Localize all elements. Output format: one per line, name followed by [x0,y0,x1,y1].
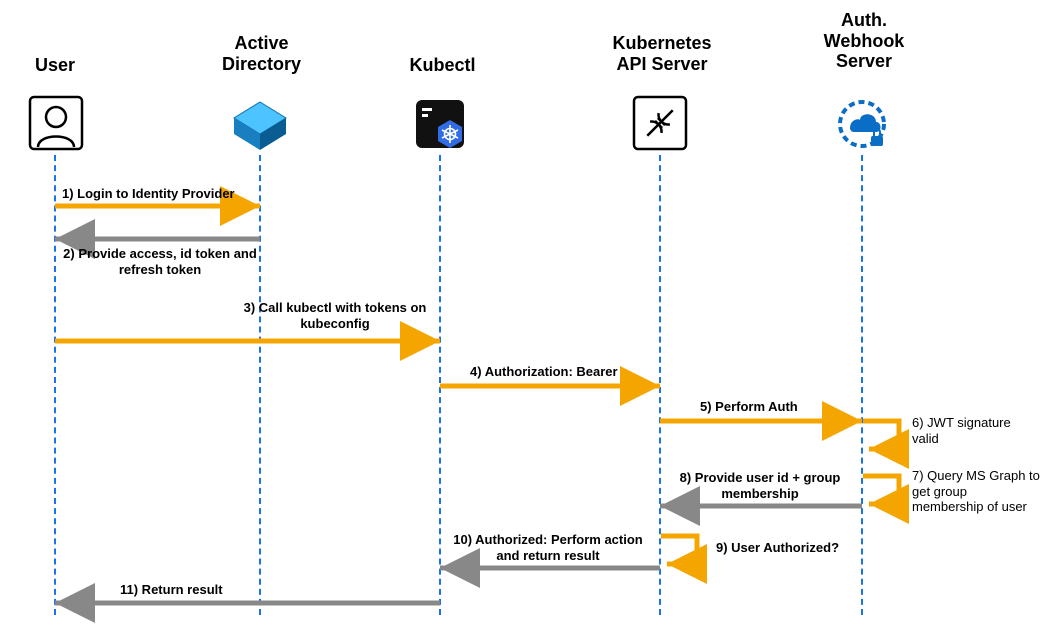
label-m5: 5) Perform Auth [700,399,798,415]
actor-kubectl-title: Kubectl [405,55,480,76]
arrow-m10 [430,562,670,574]
lifeline-user [54,155,56,615]
label-m7: 7) Query MS Graph to get group membershi… [912,468,1042,515]
auth-webhook-icon [836,98,892,159]
api-server-icon [632,95,688,156]
arrow-m1 [40,200,270,212]
arrow-m6 [855,415,915,460]
sequence-diagram: User ActiveDirectory Kubectl KubernetesA… [0,0,1046,641]
actor-webhook-title: Auth.WebhookServer [818,10,910,72]
label-m3: 3) Call kubectl with tokens on kubeconfi… [240,300,430,331]
arrow-m3 [40,335,450,347]
label-m2: 2) Provide access, id token and refresh … [55,246,265,277]
label-m4: 4) Authorization: Bearer [470,364,618,380]
arrow-m2 [40,233,270,245]
arrow-m5 [650,415,872,427]
actor-api-title: KubernetesAPI Server [608,33,716,74]
label-m11: 11) Return result [120,582,223,598]
arrow-m11 [40,597,450,609]
actor-ad-title: ActiveDirectory [214,33,309,74]
label-m9: 9) User Authorized? [716,540,839,556]
arrow-m4 [430,380,670,392]
active-directory-icon [230,98,290,159]
user-icon [28,95,84,156]
label-m10: 10) Authorized: Perform action and retur… [448,532,648,563]
lifeline-webhook [861,155,863,615]
label-m8: 8) Provide user id + group membership [670,470,850,501]
lifeline-ad [259,155,261,615]
label-m6: 6) JWT signature valid [912,415,1032,446]
arrow-m8 [650,500,872,512]
label-m1: 1) Login to Identity Provider [62,186,235,202]
actor-user-title: User [32,55,78,76]
kubectl-icon [414,98,474,159]
